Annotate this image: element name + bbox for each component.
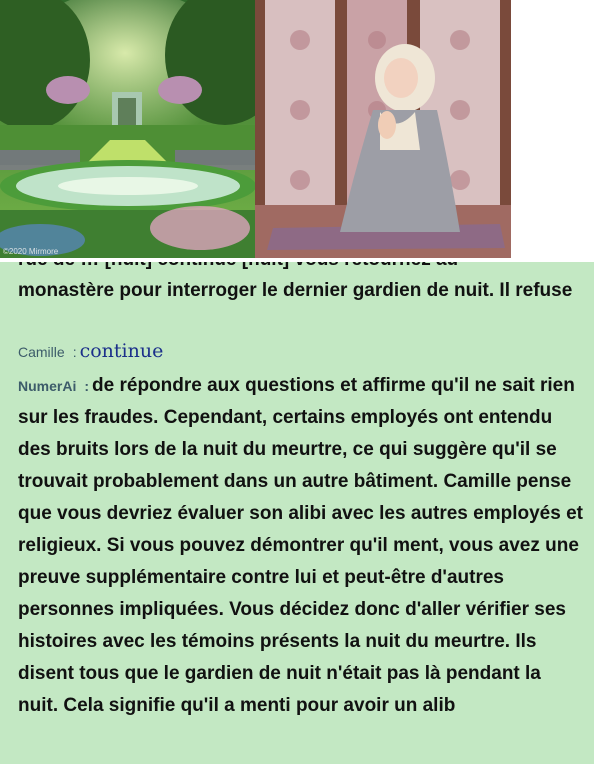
garden-image[interactable]: ©2020 Mirmore [0, 0, 255, 258]
user-message-text: continue [79, 340, 164, 362]
message-text: monastère pour interroger le dernier gar… [18, 280, 573, 301]
ai-message-text: de répondre aux questions et affirme qu'… [18, 375, 583, 716]
sender-name: Camille [18, 344, 65, 360]
chat-panel: rue de … [nuit] continue [nuit] vous ret… [0, 262, 594, 764]
image-strip: ©2020 Mirmore [0, 0, 594, 262]
sender-separator: : [84, 378, 90, 394]
partial-message-line: rue de … [nuit] continue [nuit] vous ret… [18, 262, 458, 271]
image-watermark: ©2020 Mirmore [3, 247, 59, 256]
chat-message-ai: NumerAi: de répondre aux questions et aff… [18, 370, 586, 722]
sender-separator: : [72, 344, 77, 360]
praying-woman-image[interactable] [255, 0, 511, 258]
chat-message-user: Camille: continue [18, 340, 586, 362]
sender-name: NumerAi [18, 378, 77, 394]
